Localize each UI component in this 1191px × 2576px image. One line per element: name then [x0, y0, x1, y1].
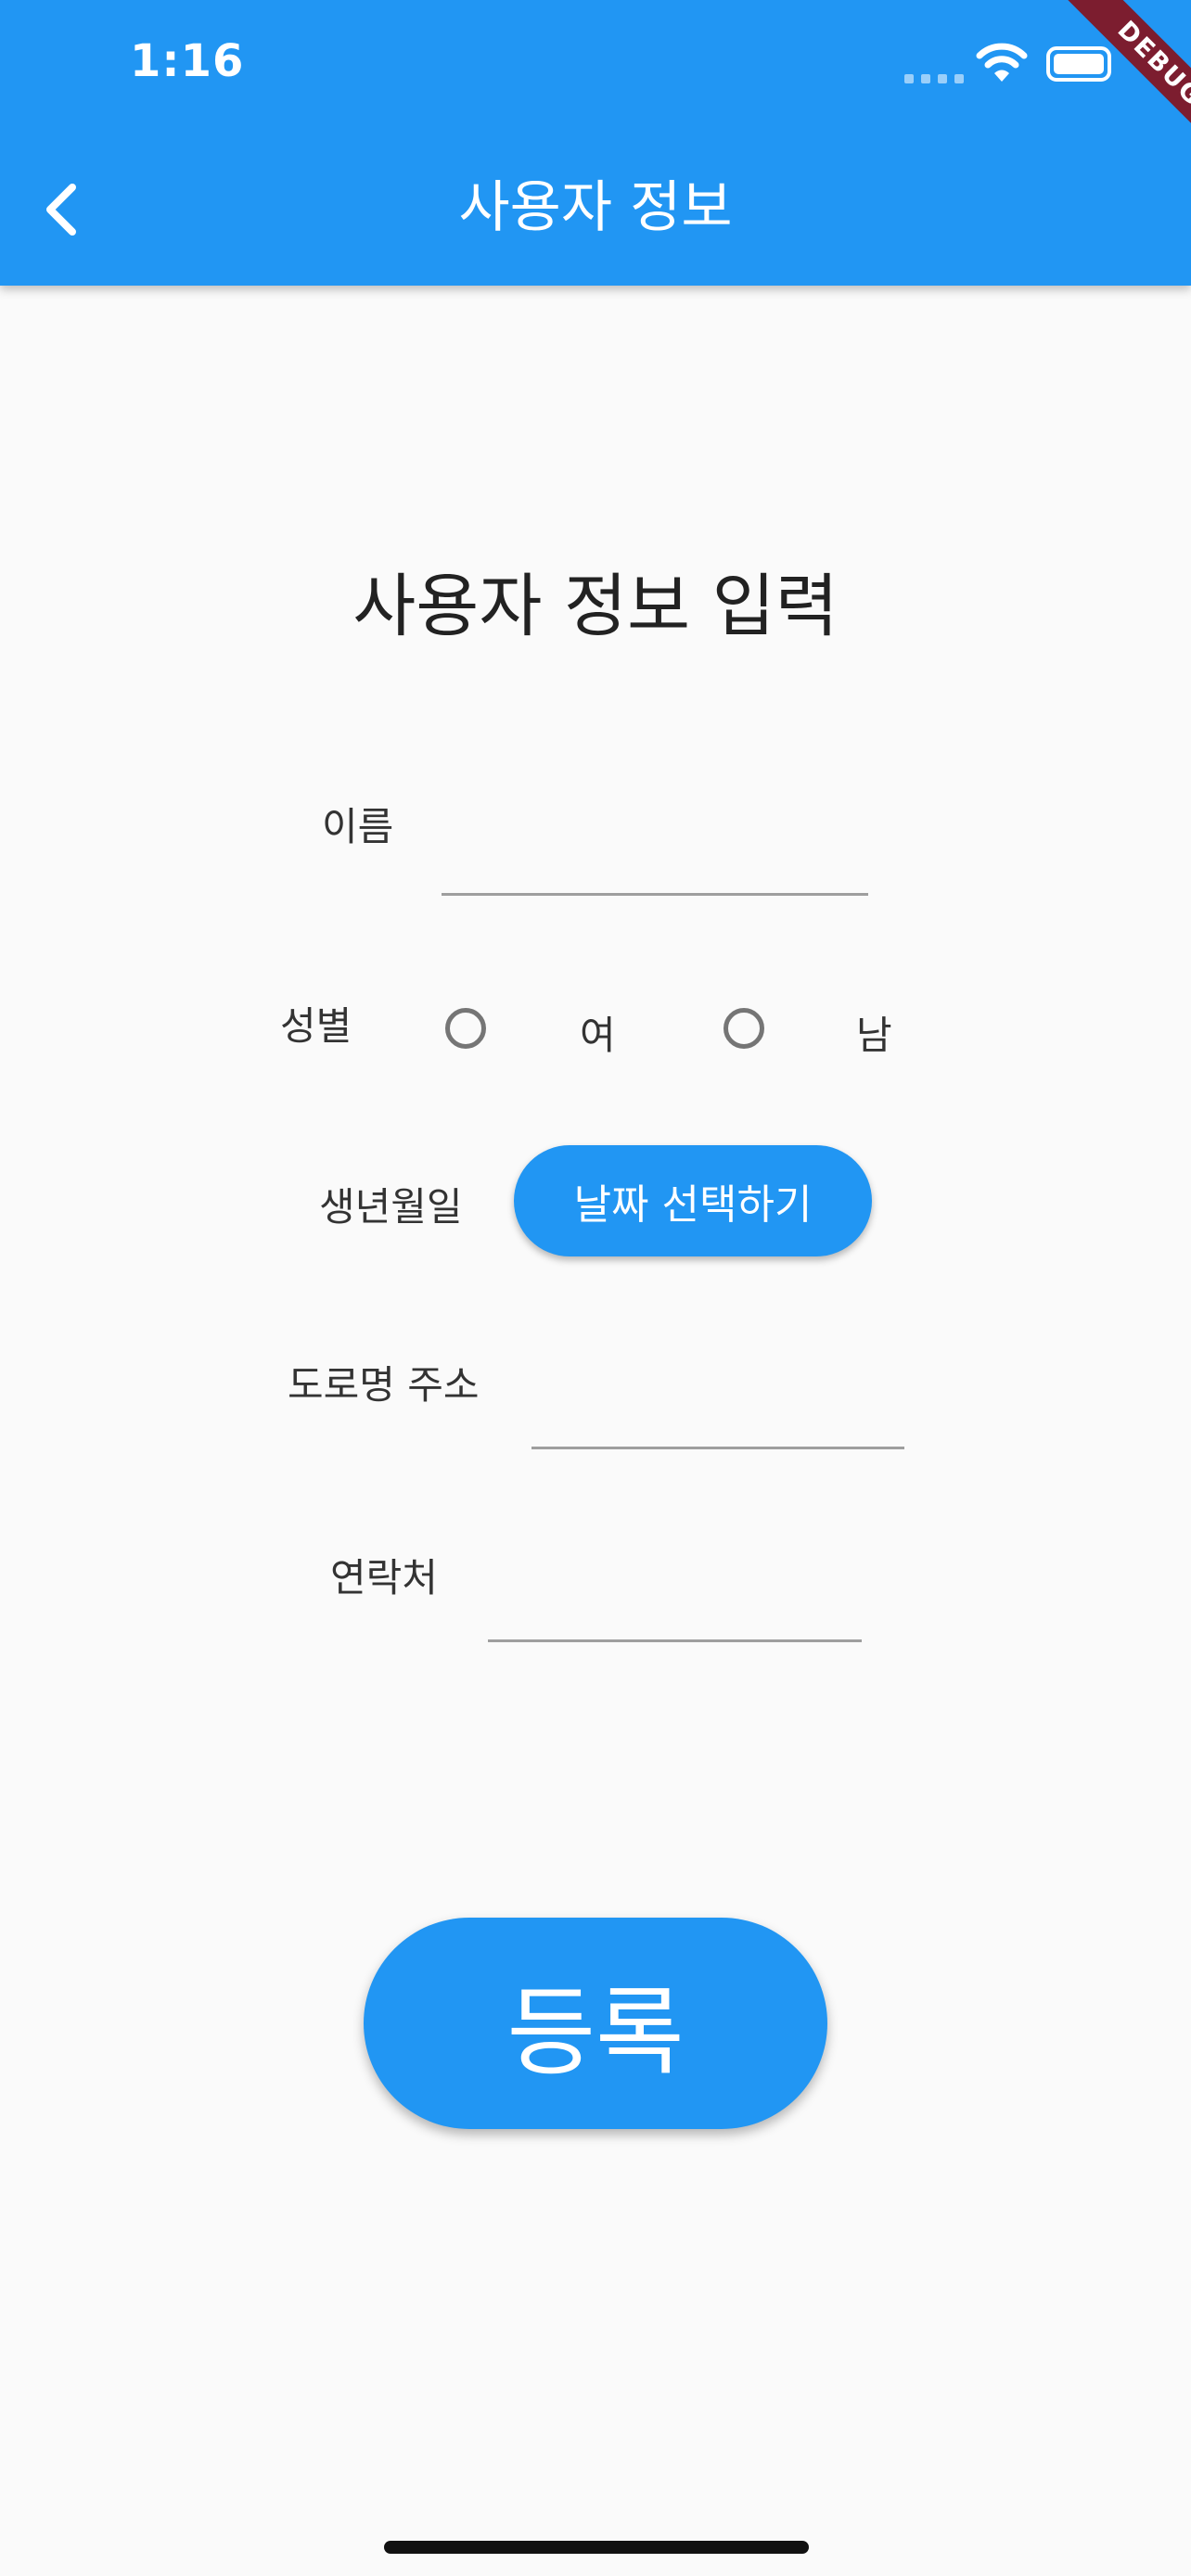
home-indicator[interactable] [384, 2541, 809, 2554]
status-time: 1:16 [130, 35, 245, 87]
wifi-icon [976, 41, 1028, 83]
form-heading: 사용자 정보 입력 [352, 567, 839, 646]
name-input[interactable] [442, 835, 868, 890]
app-bar: 1:16 사용자 정보 [0, 0, 1191, 286]
gender-label: 성별 [280, 1003, 352, 1049]
address-input[interactable] [531, 1389, 904, 1445]
app-bar-title: 사용자 정보 [458, 175, 733, 240]
contact-input[interactable] [488, 1582, 862, 1638]
submit-button[interactable]: 등록 [364, 1918, 827, 2129]
gender-radio-female[interactable] [445, 1008, 486, 1049]
select-date-button[interactable]: 날짜 선택하기 [514, 1145, 872, 1256]
name-underline [442, 893, 868, 896]
address-underline [531, 1447, 904, 1449]
contact-underline [488, 1639, 862, 1642]
cellular-signal-icon [904, 74, 966, 83]
gender-radio-male[interactable] [724, 1008, 764, 1049]
gender-option-female-label: 여 [580, 1013, 616, 1058]
debug-banner-label: DEBUG [1067, 0, 1191, 152]
debug-banner: DEBUG [1039, 0, 1191, 152]
gender-option-male-label: 남 [856, 1013, 892, 1058]
name-label: 이름 [322, 804, 394, 849]
contact-label: 연락처 [330, 1555, 438, 1600]
birthdate-label: 생년월일 [319, 1184, 463, 1230]
address-label: 도로명 주소 [288, 1362, 480, 1408]
